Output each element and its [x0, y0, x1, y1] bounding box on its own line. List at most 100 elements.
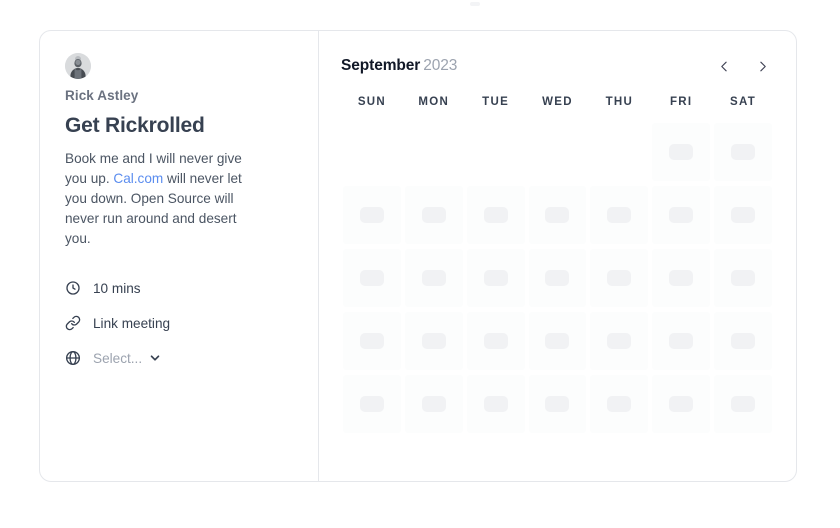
skeleton-cell-background — [528, 249, 587, 307]
avatar — [65, 53, 91, 79]
skeleton-placeholder-pill — [669, 396, 694, 412]
booking-page: Rick Astley Get Rickrolled Book me and I… — [0, 0, 840, 528]
skeleton-placeholder-pill — [545, 207, 570, 223]
weekday-label-fri: FRI — [669, 96, 693, 108]
weekday-label-tue: TUE — [482, 96, 510, 108]
booker-card: Rick Astley Get Rickrolled Book me and I… — [39, 30, 797, 482]
skeleton-cell-background — [714, 186, 772, 244]
skeleton-cell-background — [528, 312, 587, 370]
chevron-down-icon — [149, 352, 161, 364]
skeleton-placeholder-pill — [483, 396, 508, 412]
skeleton-cell-background — [652, 186, 711, 244]
event-title: Get Rickrolled — [65, 114, 205, 138]
timezone-select-row[interactable]: Select... — [65, 349, 294, 367]
skeleton-cell-background — [590, 375, 649, 433]
skeleton-cell-background — [404, 249, 463, 307]
weekday-label-wed: WED — [542, 96, 573, 108]
skeleton-placeholder-pill — [359, 207, 384, 223]
calendar-day-cell-skeleton[interactable] — [403, 310, 465, 373]
skeleton-cell-background — [343, 186, 401, 244]
calendar-header: September 2023 — [341, 53, 774, 79]
calendar-day-cell-skeleton[interactable] — [650, 310, 712, 373]
calendar-day-cell-skeleton[interactable] — [650, 373, 712, 436]
skeleton-placeholder-pill — [607, 333, 632, 349]
calendar-day-cell-skeleton[interactable] — [527, 247, 589, 310]
calendar-day-cell-blank — [341, 121, 403, 184]
skeleton-placeholder-pill — [731, 333, 756, 349]
calendar-day-cell-skeleton[interactable] — [465, 310, 527, 373]
skeleton-placeholder-pill — [421, 396, 446, 412]
event-duration-label: 10 mins — [93, 280, 141, 296]
calendar-nav — [712, 54, 774, 78]
calendar-day-cell-skeleton[interactable] — [712, 121, 774, 184]
calendar-day-cell-skeleton[interactable] — [403, 247, 465, 310]
skeleton-cell-background — [343, 123, 401, 181]
next-month-button[interactable] — [750, 54, 774, 78]
calendar-day-cell-skeleton[interactable] — [403, 184, 465, 247]
top-edge-artifact — [470, 2, 480, 6]
skeleton-placeholder-pill — [483, 333, 508, 349]
skeleton-cell-background — [405, 123, 463, 181]
calendar-day-cell-skeleton[interactable] — [650, 247, 712, 310]
timezone-select-value: Select... — [93, 350, 143, 366]
calendar-day-cell-skeleton[interactable] — [588, 310, 650, 373]
skeleton-cell-background — [590, 123, 648, 181]
calendar-day-cell-skeleton[interactable] — [465, 373, 527, 436]
skeleton-placeholder-pill — [421, 207, 446, 223]
calendar-day-cell-skeleton[interactable] — [465, 247, 527, 310]
prev-month-button[interactable] — [712, 54, 736, 78]
link-icon — [65, 315, 81, 331]
skeleton-placeholder-pill — [731, 144, 756, 160]
skeleton-cell-background — [652, 249, 711, 307]
calendar-day-cell-skeleton[interactable] — [403, 373, 465, 436]
skeleton-cell-background — [343, 312, 401, 370]
skeleton-cell-background — [529, 123, 587, 181]
clock-icon — [65, 280, 81, 296]
skeleton-placeholder-pill — [359, 396, 384, 412]
calendar-day-cell-blank — [403, 121, 465, 184]
skeleton-cell-background — [652, 312, 711, 370]
skeleton-placeholder-pill — [421, 333, 446, 349]
calendar-month-year: September 2023 — [341, 58, 457, 74]
calendar-day-cell-skeleton[interactable] — [712, 373, 774, 436]
calendar-day-cell-skeleton[interactable] — [712, 310, 774, 373]
calendar-day-cell-skeleton[interactable] — [341, 373, 403, 436]
skeleton-cell-background — [528, 375, 587, 433]
calendar-day-cell-skeleton[interactable] — [527, 184, 589, 247]
event-location-label: Link meeting — [93, 315, 171, 331]
calendar-day-cell-skeleton[interactable] — [650, 121, 712, 184]
skeleton-cell-background — [404, 312, 463, 370]
calendar-panel: September 2023 SUN MON TUE WED THU FRI S… — [319, 31, 796, 481]
skeleton-placeholder-pill — [545, 333, 570, 349]
calendar-day-cell-skeleton[interactable] — [712, 247, 774, 310]
calendar-day-cell-skeleton[interactable] — [465, 184, 527, 247]
skeleton-placeholder-pill — [669, 207, 694, 223]
skeleton-placeholder-pill — [607, 270, 632, 286]
calendar-day-cell-skeleton[interactable] — [341, 310, 403, 373]
skeleton-cell-background — [404, 186, 463, 244]
calendar-day-cell-skeleton[interactable] — [341, 247, 403, 310]
calendar-day-cell-skeleton[interactable] — [650, 184, 712, 247]
cal-com-link[interactable]: Cal.com — [113, 171, 163, 186]
weekday-label-sat: SAT — [730, 96, 757, 108]
skeleton-cell-background — [343, 375, 401, 433]
calendar-day-cell-skeleton[interactable] — [341, 184, 403, 247]
calendar-year-label: 2023 — [423, 57, 458, 75]
globe-icon — [65, 350, 81, 366]
skeleton-placeholder-pill — [607, 396, 632, 412]
skeleton-placeholder-pill — [483, 270, 508, 286]
skeleton-cell-background — [714, 123, 772, 181]
calendar-day-cell-skeleton[interactable] — [588, 373, 650, 436]
calendar-day-cell-skeleton[interactable] — [712, 184, 774, 247]
skeleton-cell-background — [652, 375, 711, 433]
skeleton-placeholder-pill — [545, 270, 570, 286]
calendar-day-cell-skeleton[interactable] — [527, 373, 589, 436]
skeleton-cell-background — [466, 249, 525, 307]
calendar-day-cell-skeleton[interactable] — [527, 310, 589, 373]
event-meta-panel: Rick Astley Get Rickrolled Book me and I… — [40, 31, 319, 481]
calendar-day-cell-skeleton[interactable] — [588, 247, 650, 310]
calendar-day-cell-blank — [588, 121, 650, 184]
calendar-day-cell-skeleton[interactable] — [588, 184, 650, 247]
skeleton-cell-background — [590, 186, 649, 244]
chevron-left-icon — [718, 60, 731, 73]
